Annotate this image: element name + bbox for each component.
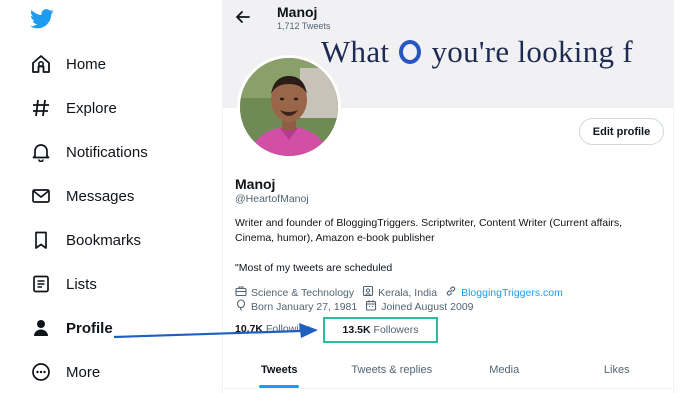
sidebar-item-explore[interactable]: Explore [30,95,117,121]
envelope-icon [30,185,52,207]
tab-media[interactable]: Media [448,351,561,388]
home-icon [30,53,52,75]
profile-name: Manoj [235,176,276,192]
avatar[interactable] [237,55,341,159]
back-arrow-icon[interactable] [235,9,251,25]
profile-tabs: Tweets Tweets & replies Media Likes [223,351,673,389]
sidebar-item-label: Notifications [66,143,148,161]
profile-column: What you're looking f Manoj 1,712 Tweets… [222,0,674,393]
calendar-icon [365,299,381,314]
location-pin-icon [362,285,378,300]
following-count: 10.7K [235,323,264,335]
tab-tweets-replies[interactable]: Tweets & replies [336,351,449,388]
sidebar: Home Explore Notifications Messages Book… [0,0,222,393]
twitter-bird-icon[interactable] [30,9,54,29]
sidebar-item-lists[interactable]: Lists [30,271,97,297]
profile-header-bar: Manoj 1,712 Tweets [223,0,483,38]
sidebar-item-bookmarks[interactable]: Bookmarks [30,227,141,253]
briefcase-icon [235,285,251,300]
birthday-item: Born January 27, 1981 [235,299,357,314]
list-icon [30,273,52,295]
location-text: Kerala, India [378,286,438,299]
link-icon [445,285,461,300]
profile-bio: Writer and founder of BloggingTriggers. … [235,217,623,244]
tab-likes[interactable]: Likes [561,351,674,388]
sidebar-item-label: Bookmarks [66,231,142,249]
followers-link[interactable]: 13.5K Followers [323,317,438,343]
sidebar-item-label: More [66,363,101,381]
profile-handle: @HeartofManoj [235,193,309,205]
bell-icon [30,141,52,163]
category-item: Science & Technology [235,285,354,300]
person-icon [30,317,52,339]
website-link[interactable]: BloggingTriggers.com [461,287,563,299]
followers-label: Followers [373,324,419,336]
category-text: Science & Technology [251,286,355,299]
sidebar-item-profile[interactable]: Profile [30,315,113,341]
profile-dates-row: Born January 27, 1981 Joined August 2009 [235,299,482,314]
sidebar-item-label: Lists [66,275,97,293]
more-circle-icon [30,361,52,383]
profile-meta-row: Science & Technology Kerala, India Blogg… [235,285,571,300]
sidebar-item-label: Explore [66,99,117,117]
sidebar-item-messages[interactable]: Messages [30,183,134,209]
joined-item: Joined August 2009 [365,299,474,314]
header-profile-name: Manoj [277,4,318,20]
website-item[interactable]: BloggingTriggers.com [445,285,563,300]
joined-text: Joined August 2009 [381,300,474,313]
banner-text: What you're looking f [321,34,633,69]
born-text: Born January 27, 1981 [251,300,358,313]
followers-count: 13.5K [342,324,371,336]
sidebar-item-home[interactable]: Home [30,51,106,77]
sidebar-item-label: Messages [66,187,135,205]
tab-tweets[interactable]: Tweets [223,351,336,388]
following-link[interactable]: 10.7K Following [235,323,310,335]
sidebar-item-more[interactable]: More [30,359,100,385]
header-tweet-count: 1,712 Tweets [277,21,331,31]
balloon-icon [235,299,251,314]
sidebar-item-notifications[interactable]: Notifications [30,139,148,165]
bookmark-icon [30,229,52,251]
location-item: Kerala, India [362,285,437,300]
sidebar-item-label: Profile [66,319,113,337]
following-label: Following [265,323,311,335]
sidebar-item-label: Home [66,55,107,73]
hashtag-icon [30,97,52,119]
banner-circle-graphic [399,40,422,64]
profile-bio-note: "Most of my tweets are scheduled [235,262,393,274]
edit-profile-button[interactable]: Edit profile [579,118,664,145]
